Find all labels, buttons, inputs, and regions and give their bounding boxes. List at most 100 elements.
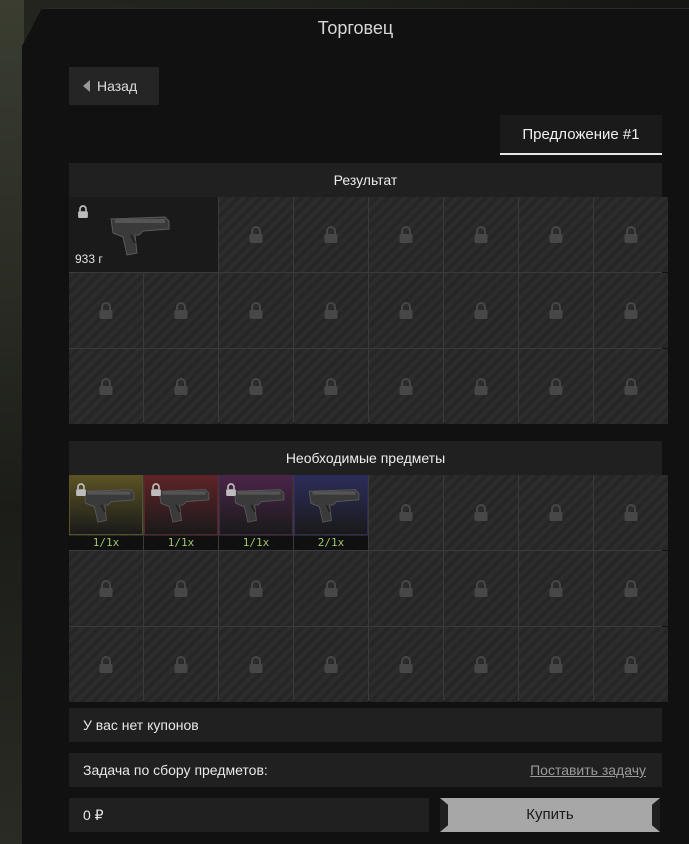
buy-button[interactable]: Купить [440,798,660,832]
window-title: Торговец [317,18,394,38]
lock-icon [98,301,114,320]
locked-slot [594,627,668,702]
lock-icon [323,377,339,396]
locked-slot [144,349,218,424]
locked-slot [369,551,443,626]
lock-icon [248,301,264,320]
lock-icon [473,655,489,674]
pistol-icon [79,481,139,529]
trader-window: Торговец Назад Предложение #1 Результат … [22,8,689,844]
buy-corner-right [652,798,660,832]
lock-icon [98,377,114,396]
background-scenery [0,0,24,844]
item-lock-icon [77,205,89,224]
required-item-slot[interactable]: 1/1x [144,475,218,550]
locked-slot [219,273,293,348]
lock-icon [548,301,564,320]
lock-icon [173,377,189,396]
result-header: Результат [69,163,662,197]
locked-slot [294,551,368,626]
item-weight: 933 г [75,252,103,266]
locked-slot [594,475,668,550]
back-button[interactable]: Назад [69,67,159,105]
required-item-slot[interactable]: 1/1x [219,475,293,550]
required-items-grid: 1/1x 1/1x 1/1x 2/1x [69,475,668,702]
locked-slot [444,627,518,702]
locked-slot [144,627,218,702]
price-value: 0 ₽ [83,807,104,823]
locked-slot [519,475,593,550]
lock-icon [548,225,564,244]
locked-slot [369,627,443,702]
lock-icon [473,301,489,320]
item-count: 1/1x [144,536,218,550]
locked-slot [519,273,593,348]
pistol-icon [154,481,214,529]
item-count: 1/1x [219,536,293,550]
lock-icon [623,225,639,244]
set-task-link[interactable]: Поставить задачу [530,753,646,787]
lock-icon [623,503,639,522]
item-lock-icon [225,483,237,502]
back-arrow-icon [83,80,90,92]
lock-icon [473,225,489,244]
lock-icon [398,655,414,674]
lock-icon [473,579,489,598]
locked-slot [69,273,143,348]
item-lock-icon [150,483,162,502]
result-grid: 933 г [69,197,668,424]
lock-icon [473,503,489,522]
pistol-icon [304,481,364,529]
item-count: 1/1x [69,536,143,550]
lock-icon [248,579,264,598]
locked-slot [369,475,443,550]
lock-icon [623,301,639,320]
locked-slot [594,197,668,272]
locked-slot [219,627,293,702]
coupons-bar: У вас нет купонов [69,708,662,742]
locked-slot [519,551,593,626]
lock-icon [173,655,189,674]
locked-slot [594,551,668,626]
pistol-icon [229,481,289,529]
locked-slot [144,551,218,626]
locked-slot [519,627,593,702]
item-lock-icon [75,483,87,502]
pistol-icon [105,209,175,261]
locked-slot [594,273,668,348]
required-item-slot[interactable]: 1/1x [69,475,143,550]
lock-icon [248,225,264,244]
required-items-header: Необходимые предметы [69,441,662,475]
locked-slot [444,273,518,348]
tab-offer-1[interactable]: Предложение #1 [500,115,662,155]
lock-icon [398,579,414,598]
locked-slot [69,349,143,424]
locked-slot [444,349,518,424]
lock-icon [323,225,339,244]
locked-slot [369,349,443,424]
locked-slot [369,273,443,348]
result-item-slot[interactable]: 933 г [69,197,218,272]
back-button-label: Назад [97,78,138,94]
lock-icon [248,377,264,396]
locked-slot [444,475,518,550]
lock-icon [173,301,189,320]
lock-icon [398,377,414,396]
lock-icon [323,301,339,320]
lock-icon [548,377,564,396]
required-item-slot[interactable]: 2/1x [294,475,368,550]
lock-icon [398,225,414,244]
buy-button-label: Купить [526,806,574,823]
lock-icon [473,377,489,396]
locked-slot [219,349,293,424]
task-label: Задача по сбору предметов: [83,762,268,778]
lock-icon [98,579,114,598]
buy-corner-left [440,798,448,832]
locked-slot [519,197,593,272]
locked-slot [444,551,518,626]
locked-slot [69,627,143,702]
lock-icon [323,655,339,674]
lock-icon [398,301,414,320]
locked-slot [144,273,218,348]
lock-icon [248,655,264,674]
